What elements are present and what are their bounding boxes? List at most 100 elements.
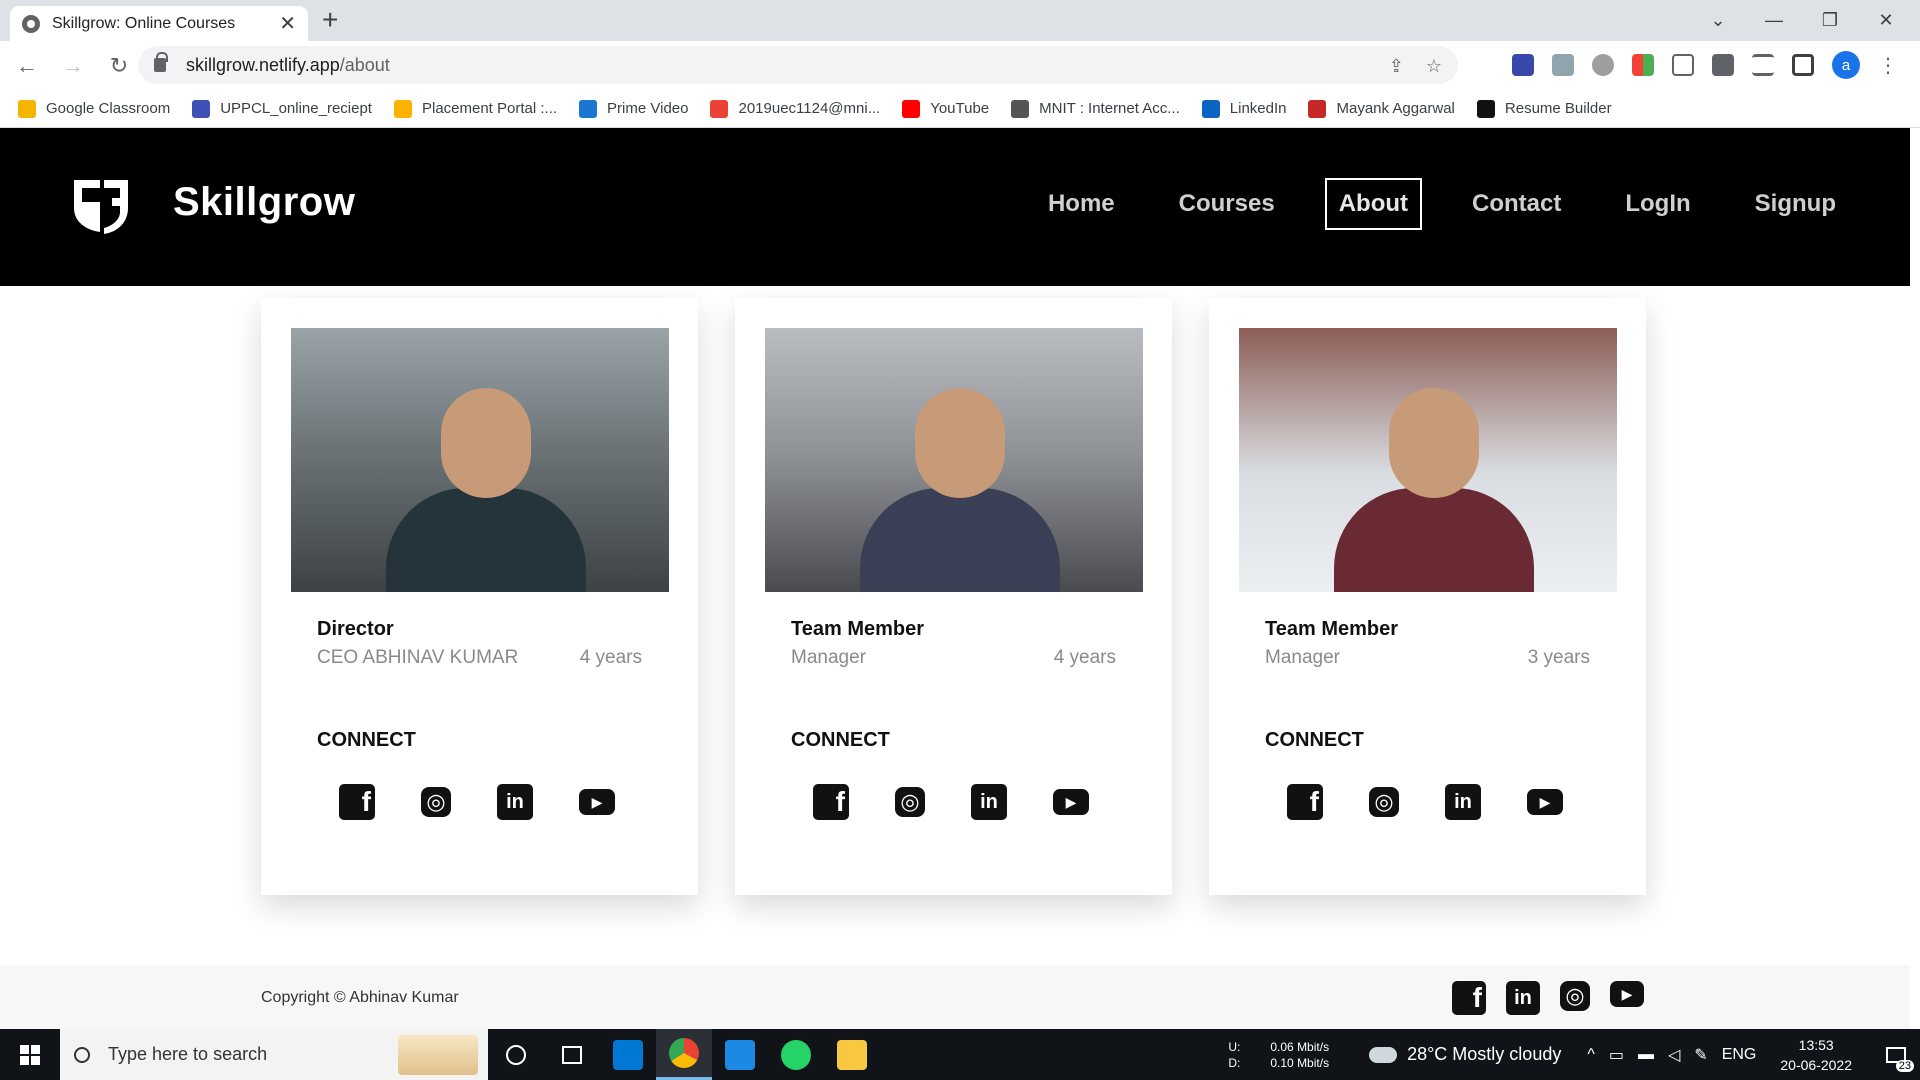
address-bar[interactable]: skillgrow.netlify.app/about ⇪ ☆ xyxy=(138,46,1458,84)
restore-button[interactable]: ❐ xyxy=(1802,0,1858,41)
notifications-button[interactable]: 23 xyxy=(1872,1029,1920,1080)
person-body xyxy=(1334,488,1534,592)
weather-widget[interactable]: 28°C Mostly cloudy xyxy=(1369,1044,1561,1065)
facebook-icon[interactable]: f xyxy=(1452,981,1486,1015)
share-icon[interactable]: ⇪ xyxy=(1389,56,1404,77)
nav-contact[interactable]: Contact xyxy=(1458,178,1575,230)
task-view-icon[interactable] xyxy=(544,1029,600,1080)
grid-extension-icon[interactable] xyxy=(1632,54,1654,76)
member-title: Manager xyxy=(1265,647,1340,668)
linkedin-icon[interactable]: in xyxy=(1445,784,1481,820)
network-icon[interactable]: ▭ xyxy=(1609,1045,1624,1065)
pen-icon[interactable]: ✎ xyxy=(1694,1045,1707,1065)
puzzle-extensions-icon[interactable] xyxy=(1712,54,1734,76)
bookmark-label: UPPCL_online_reciept xyxy=(220,100,372,117)
bookmark-label: 2019uec1124@mni... xyxy=(738,100,881,117)
nav-about[interactable]: About xyxy=(1324,178,1423,230)
bookmarks-bar: Google Classroom UPPCL_online_reciept Plac… xyxy=(0,90,1920,128)
menu-kebab-icon[interactable]: ⋮ xyxy=(1878,53,1898,78)
clock[interactable]: 13:53 20-06-2022 xyxy=(1780,1035,1852,1075)
bookmark-item[interactable]: YouTube xyxy=(902,99,990,118)
taskbar-search[interactable]: Type here to search xyxy=(60,1029,488,1080)
vscode-app-icon[interactable] xyxy=(600,1029,656,1080)
bookmark-label: YouTube xyxy=(930,100,990,117)
team-member-photo xyxy=(291,328,669,592)
instagram-icon[interactable]: ◎ xyxy=(1560,981,1590,1011)
reload-button[interactable]: ↻ xyxy=(100,47,138,85)
bookmark-item[interactable]: Google Classroom xyxy=(18,99,170,118)
bookmark-item[interactable]: Placement Portal :... xyxy=(393,99,557,118)
lock-icon[interactable] xyxy=(154,52,168,72)
bookmark-label: Mayank Aggarwal xyxy=(1336,100,1455,117)
brand-name[interactable]: Skillgrow xyxy=(173,180,355,225)
facebook-icon[interactable]: f xyxy=(813,784,849,820)
skillgrow-logo-icon[interactable] xyxy=(66,176,136,236)
tab-title: Skillgrow: Online Courses xyxy=(52,14,236,32)
bookmark-favicon-icon xyxy=(902,99,921,118)
whatsapp-app-icon[interactable] xyxy=(768,1029,824,1080)
page-scrollbar[interactable] xyxy=(1910,128,1920,1029)
linkedin-icon[interactable]: in xyxy=(497,784,533,820)
language-indicator[interactable]: ENG xyxy=(1722,1046,1757,1064)
start-button[interactable] xyxy=(0,1029,60,1080)
nav-courses[interactable]: Courses xyxy=(1165,178,1289,230)
side-panel-icon[interactable] xyxy=(1792,54,1814,76)
weather-text: 28°C Mostly cloudy xyxy=(1407,1044,1562,1064)
team-cards: Director CEO ABHINAV KUMAR 4 years CONNECT f… xyxy=(261,298,1646,895)
download-extension-icon[interactable] xyxy=(1512,54,1534,76)
nav-signup[interactable]: Signup xyxy=(1741,178,1850,230)
linkedin-icon[interactable]: in xyxy=(1506,981,1540,1015)
cortana-icon[interactable] xyxy=(488,1029,544,1080)
facebook-icon[interactable]: f xyxy=(1287,784,1323,820)
bug-extension-icon[interactable] xyxy=(1592,54,1614,76)
close-window-button[interactable]: ✕ xyxy=(1858,0,1914,41)
windows-taskbar: Type here to search U: D: 0.06 Mbit/s 0.10… xyxy=(0,1029,1920,1080)
bookmark-favicon-icon xyxy=(1476,99,1495,118)
facebook-icon[interactable]: f xyxy=(339,784,375,820)
member-social-links: f ◎ in ▶ xyxy=(1287,784,1616,820)
bookmark-item[interactable]: UPPCL_online_reciept xyxy=(192,99,372,118)
volume-icon[interactable]: ◁ xyxy=(1668,1045,1680,1065)
instagram-icon[interactable]: ◎ xyxy=(895,787,925,817)
youtube-icon[interactable]: ▶ xyxy=(1053,789,1089,815)
file-explorer-app-icon[interactable] xyxy=(824,1029,880,1080)
profile-avatar[interactable]: a xyxy=(1832,51,1860,79)
browser-tab[interactable]: Skillgrow: Online Courses ✕ xyxy=(10,6,308,41)
member-social-links: f ◎ in ▶ xyxy=(813,784,1142,820)
back-button[interactable]: ← xyxy=(8,47,46,85)
member-role: Director xyxy=(317,618,394,640)
main-nav: Home Courses About Contact LogIn Signup xyxy=(998,178,1850,230)
reading-list-icon[interactable] xyxy=(1752,54,1774,76)
youtube-icon[interactable]: ▶ xyxy=(1610,981,1644,1007)
minimize-button[interactable]: — xyxy=(1746,0,1802,41)
youtube-icon[interactable]: ▶ xyxy=(579,789,615,815)
bookmark-label: Resume Builder xyxy=(1504,100,1612,117)
linkedin-icon[interactable]: in xyxy=(971,784,1007,820)
instagram-icon[interactable]: ◎ xyxy=(421,787,451,817)
bookmark-star-icon[interactable]: ☆ xyxy=(1426,56,1442,77)
forward-button[interactable]: → xyxy=(54,47,92,85)
show-hidden-icons-icon[interactable]: ^ xyxy=(1587,1046,1595,1064)
bookmark-item[interactable]: Prime Video xyxy=(579,99,688,118)
tab-search-icon[interactable]: ⌄ xyxy=(1690,0,1746,41)
card-extension-icon[interactable] xyxy=(1552,54,1574,76)
network-speed: U: D: 0.06 Mbit/s 0.10 Mbit/s xyxy=(1228,1039,1329,1071)
new-tab-button[interactable]: + xyxy=(322,4,338,36)
notification-count: 23 xyxy=(1895,1060,1914,1072)
bookmark-item[interactable]: LinkedIn xyxy=(1201,99,1286,118)
bookmark-item[interactable]: 2019uec1124@mni... xyxy=(710,99,881,118)
close-tab-icon[interactable]: ✕ xyxy=(279,11,296,36)
battery-icon[interactable]: ▬ xyxy=(1638,1046,1654,1064)
youtube-icon[interactable]: ▶ xyxy=(1527,789,1563,815)
bookmark-item[interactable]: Mayank Aggarwal xyxy=(1308,99,1455,118)
nav-login[interactable]: LogIn xyxy=(1611,178,1704,230)
nav-home[interactable]: Home xyxy=(1034,178,1129,230)
photos-app-icon[interactable] xyxy=(712,1029,768,1080)
bookmark-item[interactable]: MNIT : Internet Acc... xyxy=(1011,99,1180,118)
instagram-icon[interactable]: ◎ xyxy=(1369,787,1399,817)
person-figure xyxy=(915,388,1005,498)
bookmark-item[interactable]: Resume Builder xyxy=(1476,99,1612,118)
json-extension-icon[interactable] xyxy=(1672,54,1694,76)
bookmark-favicon-icon xyxy=(1308,99,1327,118)
chrome-app-icon[interactable] xyxy=(656,1029,712,1080)
